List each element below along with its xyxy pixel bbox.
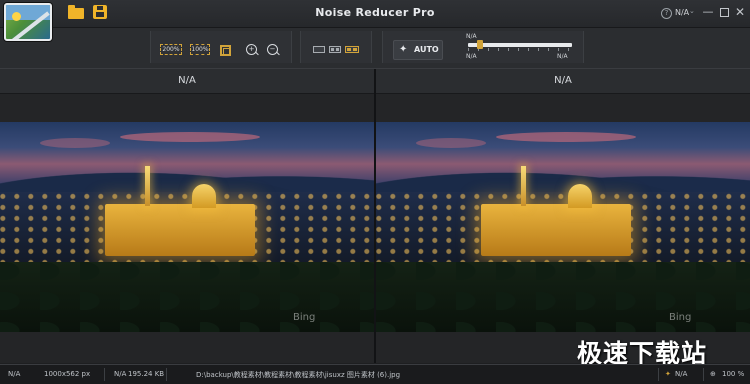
fit-to-window-icon[interactable] — [220, 45, 231, 56]
file-path: D:\backup\教程素材\教程素材\教程素材\jisuxz 图片素材 (6)… — [196, 371, 401, 379]
side-by-side-view-icon[interactable] — [345, 46, 359, 53]
chevron-down-icon[interactable]: ⌄ — [689, 7, 695, 15]
slider-title: N/A — [466, 33, 477, 40]
app-title: Noise Reducer Pro — [315, 6, 435, 19]
minimize-button[interactable]: — — [701, 5, 715, 19]
original-pane-title: N/A — [178, 75, 196, 86]
maximize-button[interactable] — [717, 5, 731, 19]
zoom-out-icon[interactable]: − — [267, 44, 278, 55]
magic-wand-icon: ✦ — [665, 370, 671, 378]
original-image-pane[interactable]: Bing — [0, 94, 374, 363]
zoom-200-button[interactable]: 200% — [160, 44, 182, 55]
processed-pane-title: N/A — [554, 75, 572, 86]
status-separator — [166, 368, 167, 381]
language-selector[interactable]: N/A — [675, 8, 689, 17]
split-view-icon[interactable] — [329, 46, 341, 53]
auto-button-label: AUTO — [414, 45, 439, 54]
magic-wand-icon: ✦ — [399, 44, 408, 55]
zoom-in-icon[interactable]: + — [246, 44, 257, 55]
image-watermark: Bing — [669, 312, 692, 323]
slider-thumb[interactable] — [477, 40, 484, 49]
strength-status-label: N/A — [675, 370, 688, 378]
status-separator — [104, 368, 105, 381]
app-logo-icon — [4, 3, 52, 41]
zoom-100-button[interactable]: 100% — [190, 44, 210, 55]
processed-photo[interactable]: Bing — [376, 122, 750, 332]
zoom-status-icon: ⊕ — [710, 370, 716, 378]
auto-button[interactable]: ✦ AUTO — [393, 40, 443, 60]
original-pane-header: N/A — [0, 69, 374, 94]
slider-max-label: N/A — [557, 53, 568, 60]
status-separator — [703, 368, 704, 381]
original-photo[interactable]: Bing — [0, 122, 374, 332]
title-bar: Noise Reducer Pro ? N/A ⌄ — ✕ — [0, 0, 750, 28]
help-icon[interactable]: ? — [661, 8, 672, 19]
toolbar — [0, 28, 750, 69]
status-bar: N/A 1000x562 px N/A 195.24 KB D:\backup\… — [0, 364, 750, 384]
file-size: 195.24 KB — [128, 370, 165, 378]
processed-image-pane[interactable]: Bing — [376, 94, 750, 363]
status-size-label: N/A — [114, 370, 127, 378]
noise-strength-slider[interactable] — [468, 43, 572, 47]
image-watermark: Bing — [293, 312, 316, 323]
single-view-icon[interactable] — [313, 46, 325, 53]
close-button[interactable]: ✕ — [733, 5, 747, 19]
processed-pane-header: N/A — [376, 69, 750, 94]
status-separator — [658, 368, 659, 381]
status-left-label: N/A — [8, 370, 21, 378]
image-dimensions: 1000x562 px — [44, 370, 91, 378]
zoom-level: 100 % — [722, 370, 745, 378]
slider-min-label: N/A — [466, 53, 477, 60]
slider-ticks — [468, 48, 572, 51]
